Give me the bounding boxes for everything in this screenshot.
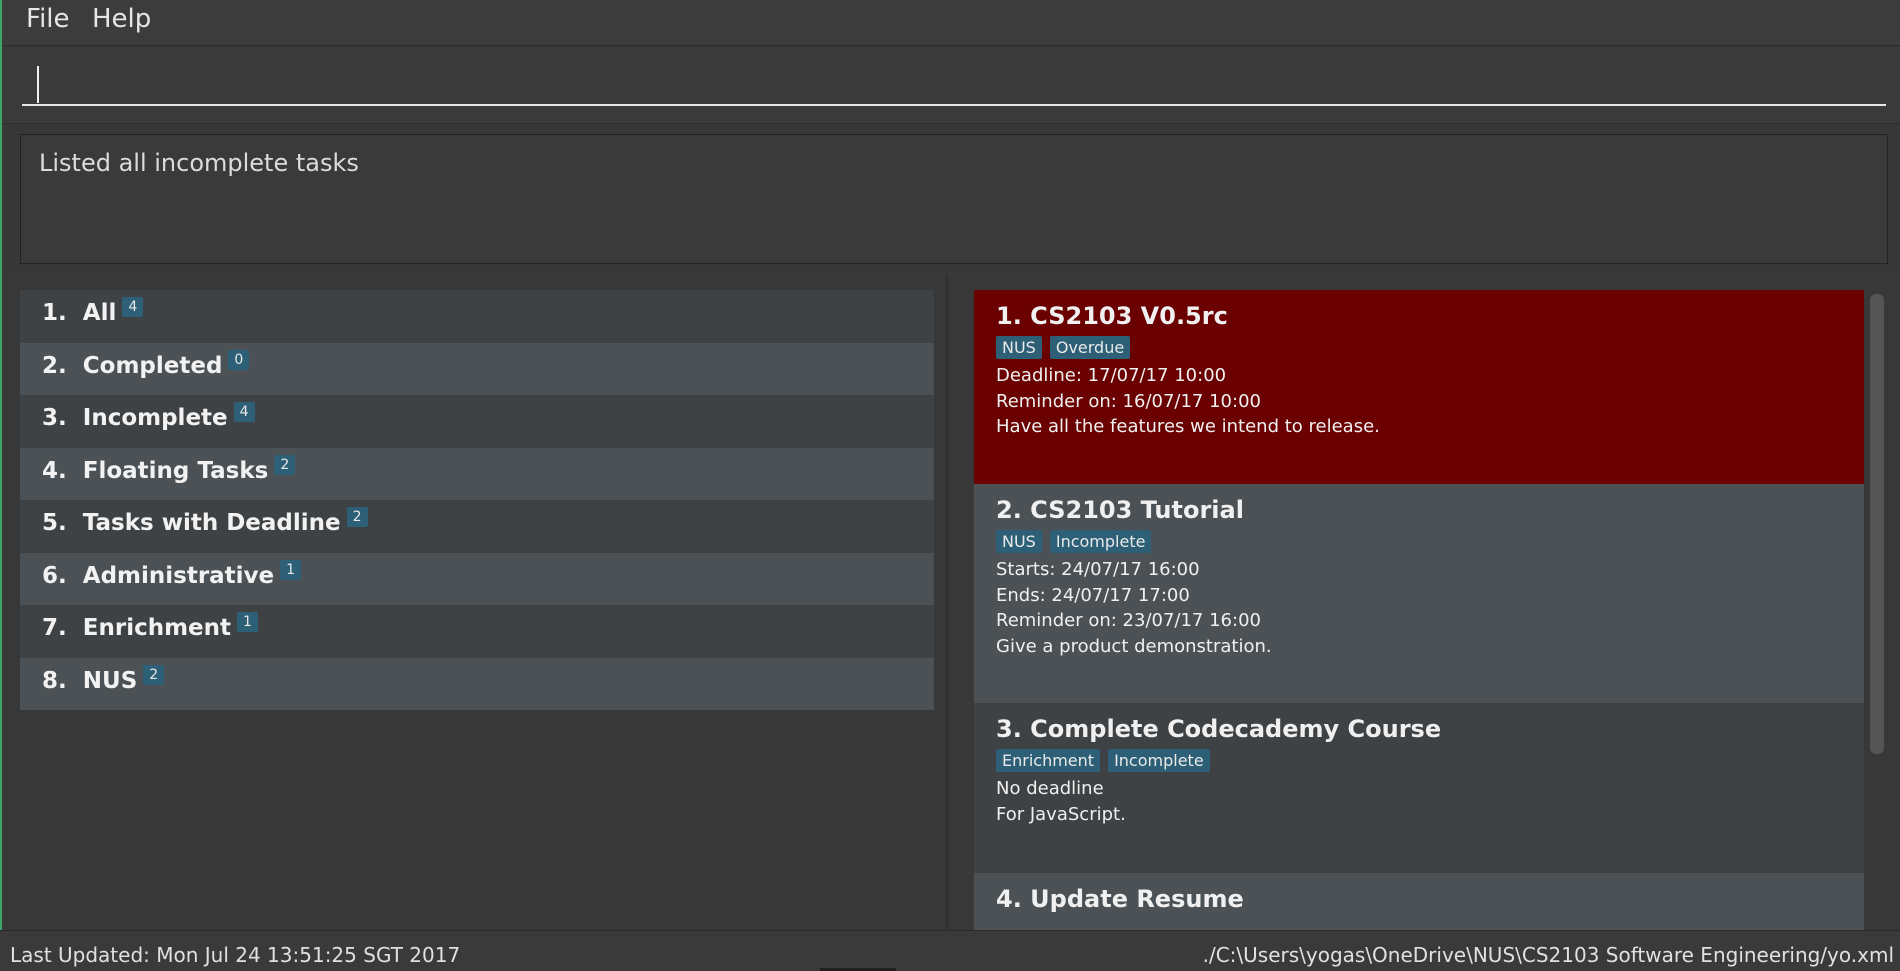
task-card[interactable]: 1. CS2103 V0.5rc NUS Overdue Deadline: 17…	[974, 290, 1864, 484]
category-item-nus[interactable]: 8. NUS 2	[20, 657, 934, 710]
category-item-all[interactable]: 1. All 4	[20, 290, 934, 343]
task-title: 3. Complete Codecademy Course	[996, 715, 1442, 743]
category-item-completed[interactable]: 2. Completed 0	[20, 342, 934, 395]
task-description: For JavaScript.	[996, 803, 1126, 825]
task-title: 1. CS2103 V0.5rc	[996, 302, 1228, 330]
category-index: 7.	[42, 615, 67, 641]
task-title: 2. CS2103 Tutorial	[996, 496, 1244, 524]
category-item-administrative[interactable]: 6. Administrative 1	[20, 552, 934, 605]
task-title: 4. Update Resume	[996, 885, 1244, 913]
category-label: Incomplete	[82, 405, 228, 431]
text-caret	[37, 66, 39, 103]
task-card[interactable]: 4. Update Resume	[974, 873, 1864, 930]
category-label: Tasks with Deadline	[82, 510, 341, 536]
task-list-scrollbar[interactable]	[1870, 294, 1884, 914]
count-badge: 4	[233, 402, 255, 422]
menu-help[interactable]: Help	[92, 4, 151, 34]
task-tag: Incomplete	[1049, 530, 1152, 553]
count-badge: 1	[280, 559, 302, 580]
menu-file[interactable]: File	[26, 4, 70, 34]
category-item-floating-tasks[interactable]: 4. Floating Tasks 2	[20, 447, 934, 500]
category-label: All	[82, 300, 117, 326]
count-badge: 1	[237, 612, 258, 632]
scrollbar-thumb[interactable]	[1870, 294, 1884, 754]
task-deadline: No deadline	[996, 778, 1104, 799]
category-label: Administrative	[82, 562, 275, 589]
count-badge: 2	[346, 507, 368, 527]
task-reminder: Reminder on: 23/07/17 16:00	[996, 610, 1261, 631]
category-item-incomplete[interactable]: 3. Incomplete 4	[20, 395, 934, 448]
task-end: Ends: 24/07/17 17:00	[996, 584, 1190, 606]
task-card[interactable]: 2. CS2103 Tutorial NUS Incomplete Starts:…	[974, 484, 1864, 703]
count-badge: 4	[122, 297, 144, 317]
last-updated-status: Last Updated: Mon Jul 24 13:51:25 SGT 20…	[10, 943, 461, 967]
category-item-enrichment[interactable]: 7. Enrichment 1	[20, 605, 934, 658]
task-tag: Enrichment	[996, 749, 1101, 772]
category-label: Enrichment	[82, 615, 232, 641]
count-badge: 0	[228, 349, 250, 370]
task-tag: NUS	[996, 336, 1042, 359]
result-display-container: Listed all incomplete tasks	[2, 124, 1900, 272]
category-list: 1. All 4 2. Completed 0 3. Incomplete 4 4. …	[20, 290, 934, 710]
task-description: Give a product demonstration.	[996, 635, 1272, 657]
task-reminder: Reminder on: 16/07/17 10:00	[996, 390, 1261, 412]
command-box	[2, 46, 1900, 124]
category-index: 6.	[42, 562, 67, 589]
save-location-status: ./C:\Users\yogas\OneDrive\NUS\CS2103 Sof…	[1202, 943, 1894, 967]
category-panel: 1. All 4 2. Completed 0 3. Incomplete 4 4. …	[2, 274, 946, 930]
category-index: 1.	[42, 300, 67, 326]
task-tag: NUS	[996, 530, 1042, 553]
category-index: 5.	[42, 510, 67, 536]
category-index: 2.	[42, 352, 67, 379]
count-badge: 2	[274, 454, 296, 475]
result-display: Listed all incomplete tasks	[20, 134, 1888, 264]
category-index: 4.	[42, 457, 67, 484]
category-index: 8.	[42, 667, 67, 694]
task-deadline: Deadline: 17/07/17 10:00	[996, 365, 1227, 386]
task-card[interactable]: 3. Complete Codecademy Course Enrichment…	[974, 703, 1864, 873]
task-list-panel: 1. CS2103 V0.5rc NUS Overdue Deadline: 17…	[948, 274, 1900, 930]
category-index: 3.	[42, 405, 67, 431]
category-label: Completed	[82, 352, 223, 379]
category-item-tasks-with-deadline[interactable]: 5. Tasks with Deadline 2	[20, 500, 934, 553]
task-tag: Overdue	[1049, 336, 1131, 359]
count-badge: 2	[143, 664, 165, 685]
task-description: Have all the features we intend to relea…	[996, 416, 1380, 437]
status-bar: Last Updated: Mon Jul 24 13:51:25 SGT 20…	[0, 930, 1900, 971]
menu-bar: File Help	[2, 0, 1900, 46]
command-input[interactable]	[22, 62, 1886, 106]
category-label: NUS	[82, 667, 138, 694]
task-start: Starts: 24/07/17 16:00	[996, 559, 1200, 580]
category-label: Floating Tasks	[82, 457, 269, 484]
task-tag: Incomplete	[1108, 749, 1210, 772]
